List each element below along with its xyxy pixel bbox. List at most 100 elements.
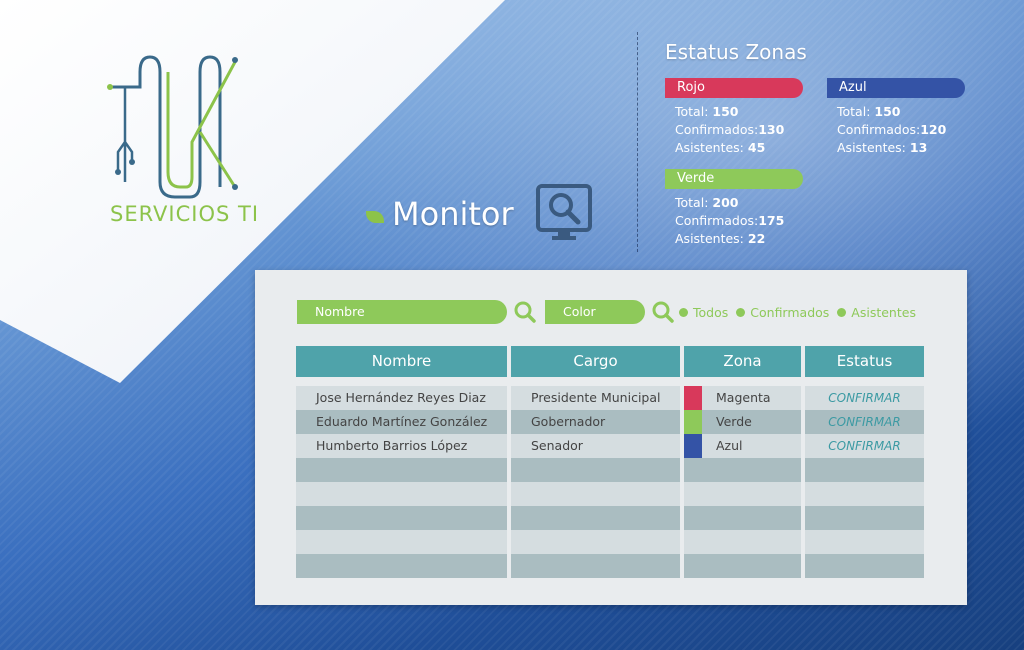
zone-stats: Total: 150 Confirmados:130 Asistentes: 4… [665, 103, 805, 157]
table-cell: Jose Hernández Reyes Diaz [296, 386, 507, 410]
filter-bar: Todos Confirmados Asistentes [297, 300, 916, 324]
stat-label: Asistentes: [675, 231, 744, 246]
filter-option-label: Confirmados [750, 304, 830, 320]
column-nombre: Nombre Jose Hernández Reyes Diaz Eduardo… [296, 346, 507, 578]
table-cell: Senador [511, 434, 680, 458]
column-zona: Zona Magenta Verde Azul [684, 346, 801, 578]
stat-label: Confirmados: [675, 213, 759, 228]
table-cell [805, 482, 924, 506]
filter-option-asistentes[interactable]: Asistentes [837, 305, 916, 320]
column-header[interactable]: Zona [684, 346, 801, 377]
cell-zone: Magenta [716, 390, 771, 405]
radio-dot-icon [679, 307, 688, 317]
stat-confirmed: 120 [920, 122, 947, 137]
zone-color-swatch [684, 410, 702, 434]
stat-total: 200 [712, 195, 739, 210]
table-cell: Azul [684, 434, 801, 458]
stat-label: Total: [675, 195, 709, 210]
filter-option-label: Todos [693, 304, 729, 320]
table-cell [511, 506, 680, 530]
table-cell [511, 554, 680, 578]
filter-option-todos[interactable]: Todos [679, 305, 728, 320]
table-cell [296, 506, 507, 530]
zone-pill: Azul [827, 78, 965, 98]
search-icon[interactable] [513, 300, 537, 324]
table-cell [296, 482, 507, 506]
section-divider [637, 32, 638, 252]
table-cell [684, 554, 801, 578]
column-cargo: Cargo Presidente Municipal Gobernador Se… [511, 346, 680, 578]
cell-position: Gobernador [531, 414, 606, 429]
stat-label: Total: [675, 104, 709, 119]
stat-attendees: 13 [909, 140, 928, 155]
zone-color-swatch [684, 434, 702, 458]
zone-pill: Verde [665, 169, 803, 189]
stat-total: 150 [874, 104, 901, 119]
column-header[interactable]: Nombre [296, 346, 507, 377]
zone-azul: Azul Total: 150 Confirmados:120 Asistent… [827, 78, 967, 157]
cell-zone: Azul [716, 438, 743, 453]
column-header[interactable]: Cargo [511, 346, 680, 377]
table-cell [805, 530, 924, 554]
table-cell: Humberto Barrios López [296, 434, 507, 458]
results-card: Todos Confirmados Asistentes Nombre Jose… [255, 270, 967, 605]
name-search-input[interactable] [297, 300, 507, 324]
stat-confirmed: 130 [758, 122, 785, 137]
confirm-link[interactable]: CONFIRMAR [805, 410, 924, 434]
zone-stats: Total: 150 Confirmados:120 Asistentes: 1… [827, 103, 967, 157]
status-title: Estatus Zonas [665, 40, 807, 64]
table-cell [511, 458, 680, 482]
table-cell: Eduardo Martínez González [296, 410, 507, 434]
table-cell: Presidente Municipal [511, 386, 680, 410]
table-cell: Gobernador [511, 410, 680, 434]
leaf-icon [366, 211, 384, 223]
monitor-label: Monitor [392, 195, 514, 233]
table-cell [684, 482, 801, 506]
stat-label: Asistentes: [675, 140, 744, 155]
zone-stats: Total: 200 Confirmados:175 Asistentes: 2… [665, 194, 805, 248]
stat-label: Confirmados: [675, 122, 759, 137]
table-cell [805, 506, 924, 530]
stat-attendees: 22 [747, 231, 766, 246]
table-cell [511, 482, 680, 506]
stat-total: 150 [712, 104, 739, 119]
stat-confirmed: 175 [758, 213, 785, 228]
table-cell [684, 506, 801, 530]
zone-verde: Verde Total: 200 Confirmados:175 Asisten… [665, 169, 805, 248]
cell-name: Humberto Barrios López [316, 438, 468, 453]
monitor-search-icon [535, 184, 592, 240]
confirm-link[interactable]: CONFIRMAR [805, 386, 924, 410]
monitor-title: Monitor [366, 184, 594, 244]
stat-label: Confirmados: [837, 122, 921, 137]
table-cell [805, 458, 924, 482]
confirm-link[interactable]: CONFIRMAR [805, 434, 924, 458]
table-cell [684, 458, 801, 482]
table-cell [511, 530, 680, 554]
table-cell [805, 554, 924, 578]
stat-attendees: 45 [747, 140, 766, 155]
search-icon[interactable] [651, 300, 675, 324]
stat-label: Asistentes: [837, 140, 906, 155]
table-cell [296, 530, 507, 554]
zone-pill: Rojo [665, 78, 803, 98]
cell-name: Jose Hernández Reyes Diaz [316, 390, 486, 405]
column-header[interactable]: Estatus [805, 346, 924, 377]
table-cell [684, 530, 801, 554]
cell-zone: Verde [716, 414, 752, 429]
zone-rojo: Rojo Total: 150 Confirmados:130 Asistent… [665, 78, 805, 157]
stat-label: Total: [837, 104, 871, 119]
radio-dot-icon [736, 307, 746, 317]
radio-dot-icon [837, 307, 847, 317]
table-cell [296, 458, 507, 482]
zone-color-swatch [684, 386, 702, 410]
cell-position: Senador [531, 438, 583, 453]
table-cell: Magenta [684, 386, 801, 410]
cell-name: Eduardo Martínez González [316, 414, 488, 429]
color-search-input[interactable] [545, 300, 645, 324]
filter-option-confirmados[interactable]: Confirmados [736, 305, 829, 320]
table-cell: Verde [684, 410, 801, 434]
table-cell [296, 554, 507, 578]
column-estatus: Estatus CONFIRMAR CONFIRMAR CONFIRMAR [805, 346, 924, 578]
filter-option-label: Asistentes [851, 304, 916, 320]
brand-logo-text: SERVICIOS TI [110, 202, 260, 226]
